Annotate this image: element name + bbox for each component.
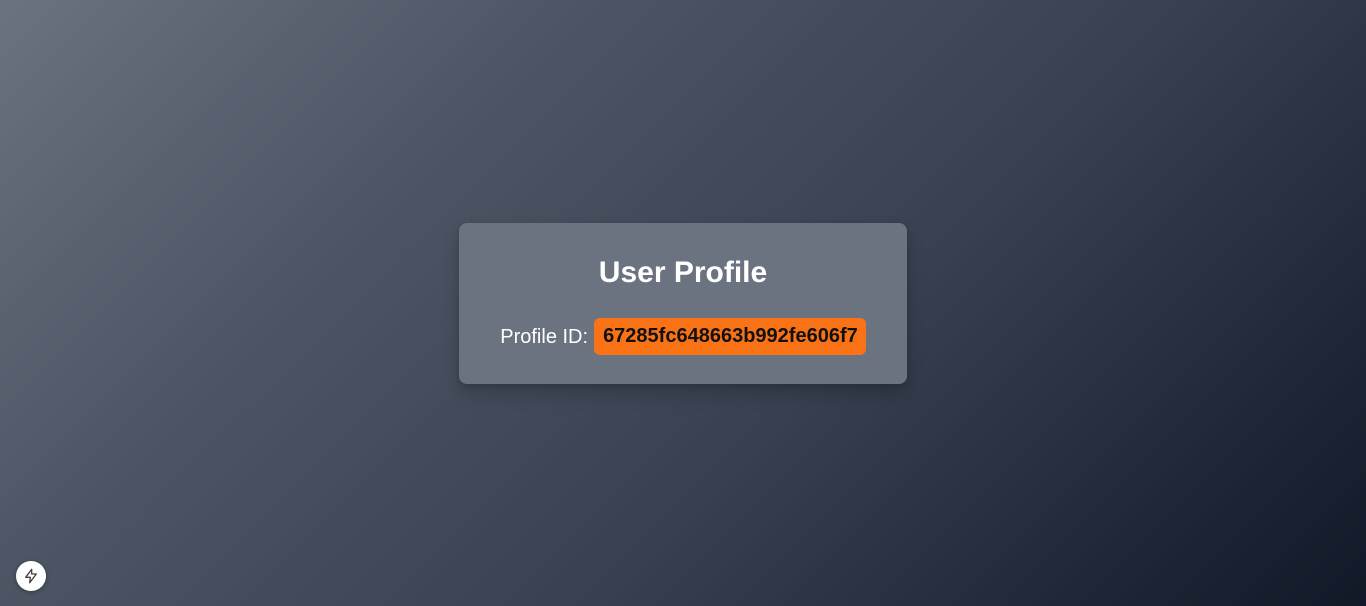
page-title: User Profile — [598, 256, 768, 289]
profile-id-row: Profile ID: 67285fc648663b992fe606f7 — [459, 318, 907, 355]
dev-tools-button[interactable] — [16, 561, 46, 591]
profile-id-badge: 67285fc648663b992fe606f7 — [594, 318, 866, 355]
lightning-bolt-icon — [25, 568, 37, 584]
profile-id-label: Profile ID: — [500, 325, 589, 348]
profile-card: User Profile Profile ID: 67285fc648663b9… — [459, 223, 907, 384]
